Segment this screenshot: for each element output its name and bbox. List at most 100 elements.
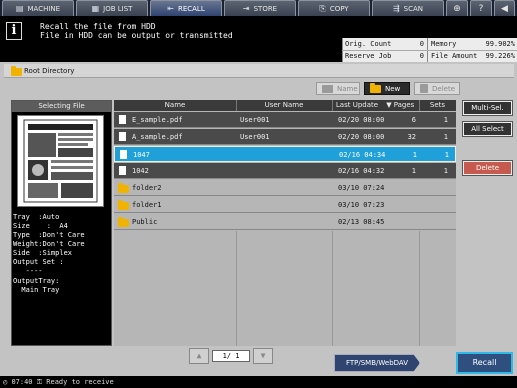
all-select-button[interactable]: All Select	[462, 121, 513, 137]
row-sets: 1	[443, 133, 448, 141]
memory-label: Memory	[431, 40, 457, 48]
file-table: Name User Name Last Update ▼ Pages Sets …	[114, 100, 456, 346]
reserve-job-label: Reserve Job	[345, 52, 392, 60]
memory-value: 99.902%	[485, 40, 515, 48]
row-update: 02/13 08:45	[338, 218, 385, 226]
page-up-button[interactable]: ▲	[189, 348, 209, 364]
machine-icon: ▤	[15, 4, 24, 13]
triangle-down-icon: ▼	[260, 351, 266, 360]
tab-store-label: STORE	[253, 4, 278, 13]
scan-icon: ⇶	[392, 4, 400, 13]
selecting-file-title: Selecting File	[12, 101, 111, 112]
reserve-job-value: 0	[419, 52, 424, 60]
header-last-update[interactable]: Last Update	[332, 100, 382, 111]
info-tray: Tray :Auto	[13, 213, 60, 221]
speaker-icon: ◀	[501, 3, 508, 14]
table-row-folder[interactable]: folder1 03/10 07:23	[114, 197, 456, 213]
tab-machine-label: MACHINE	[27, 4, 61, 13]
page-down-button[interactable]: ▼	[253, 348, 273, 364]
row-name: folder2	[132, 184, 162, 192]
language-globe-button[interactable]: ⊕	[446, 0, 468, 16]
row-sets: 1	[443, 167, 448, 175]
volume-button[interactable]: ◀	[494, 0, 515, 16]
info-output-tray-value: Main Tray	[13, 286, 60, 294]
row-update: 02/20 08:00	[338, 116, 385, 124]
job-list-icon: ▦	[91, 4, 100, 13]
directory-label: Root Directory	[24, 67, 75, 75]
tab-store[interactable]: ⇥ STORE	[224, 0, 296, 16]
delete-folder-button[interactable]: Delete	[414, 82, 460, 95]
info-weight: Weight:Don't Care	[13, 240, 85, 248]
row-pages: 6	[411, 116, 416, 124]
delete-button[interactable]: Delete	[462, 160, 513, 176]
trash-icon	[420, 84, 428, 93]
ftp-smb-webdav-button[interactable]: FTP/SMB/WebDAV	[334, 354, 420, 372]
document-icon	[120, 150, 127, 159]
row-update: 02/16 04:34	[339, 151, 386, 159]
tab-bar: ▤ MACHINE ▦ JOB LIST ⇤ RECALL ⇥ STORE ⎘ …	[0, 0, 517, 16]
table-row[interactable]: 1042 02/16 04:32 1 1	[114, 163, 456, 179]
folder-icon	[11, 66, 22, 76]
info-output-set: Output Set :	[13, 258, 64, 266]
table-header: Name User Name Last Update ▼ Pages Sets	[114, 100, 456, 111]
recall-icon: ⇤	[167, 4, 174, 13]
help-button[interactable]: ?	[470, 0, 492, 16]
delete-top-button-label: Delete	[432, 84, 455, 93]
row-update: 03/10 07:23	[338, 201, 385, 209]
info-side: Side :Simplex	[13, 249, 73, 257]
file-amount-label: File Amount	[431, 52, 478, 60]
row-user: User001	[240, 133, 270, 141]
breadcrumb: Root Directory	[4, 64, 514, 78]
header-name[interactable]: Name	[114, 100, 236, 111]
document-icon	[119, 166, 126, 175]
table-row[interactable]: E_sample.pdf User001 02/20 08:00 6 1	[114, 112, 456, 128]
message-line-1: Recall the file from HDD	[40, 22, 156, 31]
globe-icon: ⊕	[453, 3, 461, 14]
file-amount-value: 99.226%	[485, 52, 515, 60]
orig-count-value: 0	[419, 40, 424, 48]
header-sets[interactable]: Sets	[419, 100, 456, 111]
status-time: 07:40	[11, 378, 33, 386]
status-text: Ready to receive	[46, 378, 114, 386]
tab-copy-label: COPY	[329, 4, 349, 13]
message-line-2: File in HDD can be output or transmitted	[40, 31, 233, 40]
recall-button[interactable]: Recall	[456, 352, 513, 374]
page-current: 1/	[222, 352, 231, 360]
store-icon: ⇥	[242, 4, 250, 13]
tab-recall[interactable]: ⇤ RECALL	[150, 0, 222, 16]
page-total: 1	[235, 352, 240, 360]
row-name: folder1	[132, 201, 162, 209]
pencil-icon	[322, 84, 333, 93]
table-row-selected[interactable]: 1047 02/16 04:34 1 1	[114, 146, 456, 162]
multi-select-button[interactable]: Multi-Sel.	[462, 100, 513, 116]
row-sets: 1	[443, 116, 448, 124]
tab-job-list[interactable]: ▦ JOB LIST	[76, 0, 148, 16]
rename-button[interactable]: Name	[316, 82, 360, 95]
tab-machine[interactable]: ▤ MACHINE	[2, 0, 74, 16]
clock-icon: ◴	[3, 378, 8, 386]
info-output-set-value: ----	[13, 267, 43, 275]
document-icon	[119, 132, 126, 141]
tab-job-list-label: JOB LIST	[103, 4, 133, 13]
copy-icon: ⎘	[319, 3, 326, 13]
row-sets: 1	[444, 151, 449, 159]
info-size: Size : A4	[13, 222, 68, 230]
row-pages: 32	[407, 133, 416, 141]
row-name: Public	[132, 218, 158, 226]
file-thumbnail	[17, 115, 104, 207]
header-user-name[interactable]: User Name	[236, 100, 332, 111]
table-row-folder[interactable]: folder2 03/10 07:24	[114, 180, 456, 196]
table-row-folder[interactable]: Public 02/13 08:45	[114, 214, 456, 230]
new-folder-button[interactable]: New	[364, 82, 410, 95]
info-type: Type :Don't Care	[13, 231, 85, 239]
folder-icon	[118, 217, 129, 227]
tab-copy[interactable]: ⎘ COPY	[298, 0, 370, 16]
table-row[interactable]: A_sample.pdf User001 02/20 08:00 32 1	[114, 129, 456, 145]
row-update: 02/16 04:32	[338, 167, 385, 175]
header-pages[interactable]: Pages	[392, 100, 416, 111]
info-icon: i	[6, 22, 22, 40]
main-panel: Root Directory Name New Delete Selecting…	[0, 62, 517, 388]
tab-scan[interactable]: ⇶ SCAN	[372, 0, 444, 16]
page-indicator: 1/ 1	[212, 350, 250, 362]
row-pages: 1	[411, 167, 416, 175]
